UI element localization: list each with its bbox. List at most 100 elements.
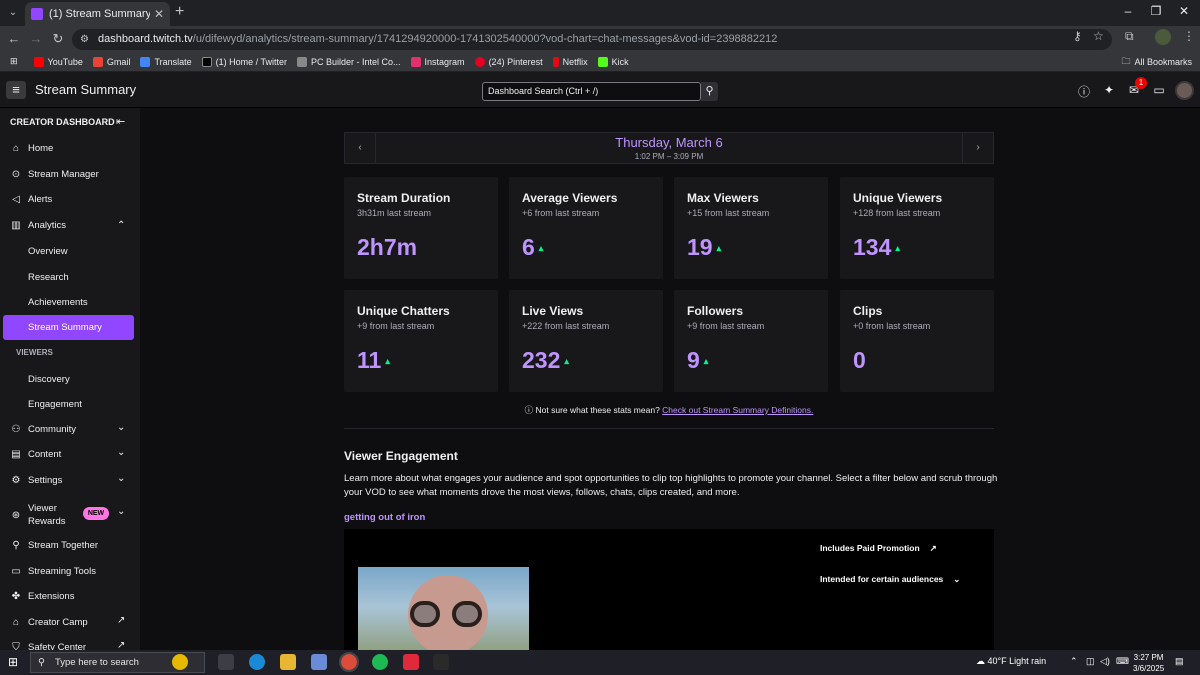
dashboard-search-input[interactable]: Dashboard Search (Ctrl + /) — [482, 82, 701, 101]
restore-icon[interactable]: ❐ — [1146, 4, 1166, 18]
sidebar-item-engagement[interactable]: Engagement — [28, 399, 82, 410]
external-link-icon[interactable]: ↗ — [117, 640, 125, 650]
sidebar-item-extensions[interactable]: ✤ Extensions — [0, 584, 140, 609]
sidebar-item-discovery[interactable]: Discovery — [28, 374, 70, 385]
task-view-icon[interactable] — [218, 654, 234, 670]
browser-menu-icon[interactable]: ⋮ — [1183, 29, 1195, 43]
password-key-icon[interactable]: ⚷ — [1073, 29, 1082, 43]
close-window-icon[interactable]: ✕ — [1174, 4, 1194, 18]
bookmark-instagram[interactable]: Instagram — [410, 56, 465, 67]
stat-comparison: +9 from last stream — [357, 321, 435, 331]
chevron-up-icon[interactable]: ⌃ — [117, 220, 125, 231]
sidebar-item-overview[interactable]: Overview — [28, 246, 68, 257]
bookmark-youtube[interactable]: YouTube — [33, 56, 83, 67]
bookmark-gmail[interactable]: Gmail — [92, 56, 130, 67]
browser-tab[interactable]: (1) Stream Summary - Twitch ✕ — [25, 2, 170, 26]
vpn-icon[interactable] — [433, 654, 449, 670]
url-field[interactable]: ⚙ dashboard.twitch.tv/u/difewyd/analytic… — [72, 29, 1112, 50]
new-tab-icon[interactable]: + — [175, 4, 191, 20]
bookmark-kick[interactable]: Kick — [597, 56, 629, 67]
minimize-icon[interactable]: – — [1118, 4, 1138, 18]
profile-avatar[interactable] — [1155, 29, 1171, 45]
chevron-right-icon[interactable]: › — [962, 133, 993, 163]
windows-start-icon[interactable]: ⊞ — [8, 655, 22, 669]
question-icon: ⓘ — [524, 405, 534, 415]
weather[interactable]: ☁ 40°F Light rain — [976, 656, 1046, 667]
chevron-down-icon[interactable]: ⌄ — [117, 473, 125, 484]
sidebar-item-stream-together[interactable]: ⚲ Stream Together — [0, 533, 140, 558]
volume-icon[interactable]: ◁) — [1100, 656, 1110, 667]
edge-icon[interactable] — [249, 654, 265, 670]
bookmark-netflix[interactable]: Netflix — [552, 56, 588, 67]
chevron-down-icon[interactable]: ⌄ — [117, 422, 125, 433]
back-icon[interactable]: ← — [5, 30, 23, 48]
whisper-icon[interactable]: ▭ — [1152, 83, 1166, 97]
chrome-icon[interactable] — [339, 652, 359, 672]
network-icon[interactable]: ◫ — [1086, 656, 1095, 667]
spotify-icon[interactable] — [372, 654, 388, 670]
search-icon[interactable]: ⚲ — [701, 82, 718, 101]
stat-comparison: +9 from last stream — [687, 321, 765, 331]
stat-comparison: 3h31m last stream — [357, 208, 432, 218]
stat-value: 9 ▴ — [687, 347, 709, 373]
forward-icon[interactable]: → — [27, 30, 45, 48]
sidebar-item-streaming-tools[interactable]: ▭ Streaming Tools — [0, 559, 140, 584]
external-link-icon[interactable]: ↗ — [117, 615, 125, 626]
clock[interactable]: 3:27 PM 3/6/2025 — [1133, 652, 1164, 674]
sparkle-icon[interactable]: ✦ — [1102, 83, 1116, 97]
chevron-down-icon[interactable]: ⌄ — [117, 447, 125, 458]
stat-value: 2h7m — [357, 234, 418, 260]
apps-grid-icon[interactable]: ⊞ — [10, 56, 18, 67]
chevron-down-icon[interactable]: ⌄ — [117, 506, 125, 517]
taskbar: ⊞ ⚲ Type here to search ☁ 40°F Light rai… — [0, 650, 1200, 675]
definitions-link[interactable]: Check out Stream Summary Definitions. — [662, 405, 813, 415]
stat-title: Followers — [687, 304, 744, 318]
page-title: Stream Summary — [35, 82, 137, 97]
notifications-icon[interactable]: ▤ — [1175, 656, 1184, 667]
bookmark-translate[interactable]: Translate — [140, 56, 192, 67]
copilot-icon[interactable] — [172, 654, 188, 670]
sidebar-item-home[interactable]: ⌂ Home — [0, 136, 140, 161]
bookmark-pinterest[interactable]: (24) Pinterest — [474, 56, 543, 67]
paid-promotion-link[interactable]: Includes Paid Promotion ↗ — [820, 543, 937, 554]
notification-badge: 1 — [1135, 77, 1147, 89]
sidebar-item-alerts[interactable]: ◁ Alerts — [0, 187, 140, 212]
ime-icon[interactable]: ⌨ — [1116, 656, 1129, 667]
tray-chevron-icon[interactable]: ⌃ — [1070, 656, 1078, 667]
sidebar-item-stream-manager[interactable]: ⊙ Stream Manager — [0, 162, 140, 187]
sidebar-item-stream-summary[interactable]: Stream Summary — [3, 315, 134, 340]
audience-dropdown[interactable]: Intended for certain audiences ⌄ — [820, 574, 960, 585]
site-info-icon[interactable]: ⚙ — [80, 29, 89, 50]
extensions-icon[interactable]: ⧉ — [1125, 29, 1134, 44]
menu-icon[interactable]: ≡ — [6, 81, 26, 99]
stat-comparison: +128 from last stream — [853, 208, 941, 218]
sidebar-item-research[interactable]: Research — [28, 272, 69, 283]
translate-icon — [140, 56, 151, 67]
reload-icon[interactable]: ↻ — [49, 30, 67, 48]
bookmarks-bar: ⊞ YouTube Gmail Translate (1) Home / Twi… — [0, 52, 1200, 72]
arrow-up-icon: ▴ — [538, 243, 544, 254]
app-icon[interactable] — [403, 654, 419, 670]
collapse-sidebar-icon[interactable]: ⇤ — [116, 115, 125, 128]
vod-player[interactable]: Includes Paid Promotion ↗ Intended for ce… — [344, 529, 994, 650]
vod-thumbnail[interactable] — [358, 567, 529, 650]
tab-search-icon[interactable]: ⌄ — [4, 4, 22, 22]
home-icon: ⌂ — [12, 143, 20, 154]
chart-icon: ▥ — [11, 220, 21, 231]
stat-card: Clips +0 from last stream 0 — [840, 290, 994, 392]
avatar[interactable] — [1175, 81, 1194, 100]
stat-title: Average Viewers — [522, 191, 618, 205]
stat-value: 134 ▴ — [853, 234, 900, 260]
bookmark-star-icon[interactable]: ☆ — [1093, 29, 1104, 43]
help-icon[interactable]: ⓘ — [1077, 83, 1091, 100]
file-explorer-icon[interactable] — [280, 654, 296, 670]
all-bookmarks[interactable]: 🗀 All Bookmarks — [1121, 54, 1192, 70]
youtube-icon — [33, 56, 44, 67]
store-icon[interactable] — [311, 654, 327, 670]
stat-card: Live Views +222 from last stream 232 ▴ — [509, 290, 663, 392]
sidebar-item-achievements[interactable]: Achievements — [28, 297, 88, 308]
bookmark-twitter[interactable]: (1) Home / Twitter — [201, 56, 287, 67]
bookmark-pc-builder[interactable]: PC Builder - Intel Co... — [296, 56, 401, 67]
tab-close-icon[interactable]: ✕ — [154, 7, 164, 21]
stream-title-link[interactable]: getting out of iron — [344, 512, 425, 523]
